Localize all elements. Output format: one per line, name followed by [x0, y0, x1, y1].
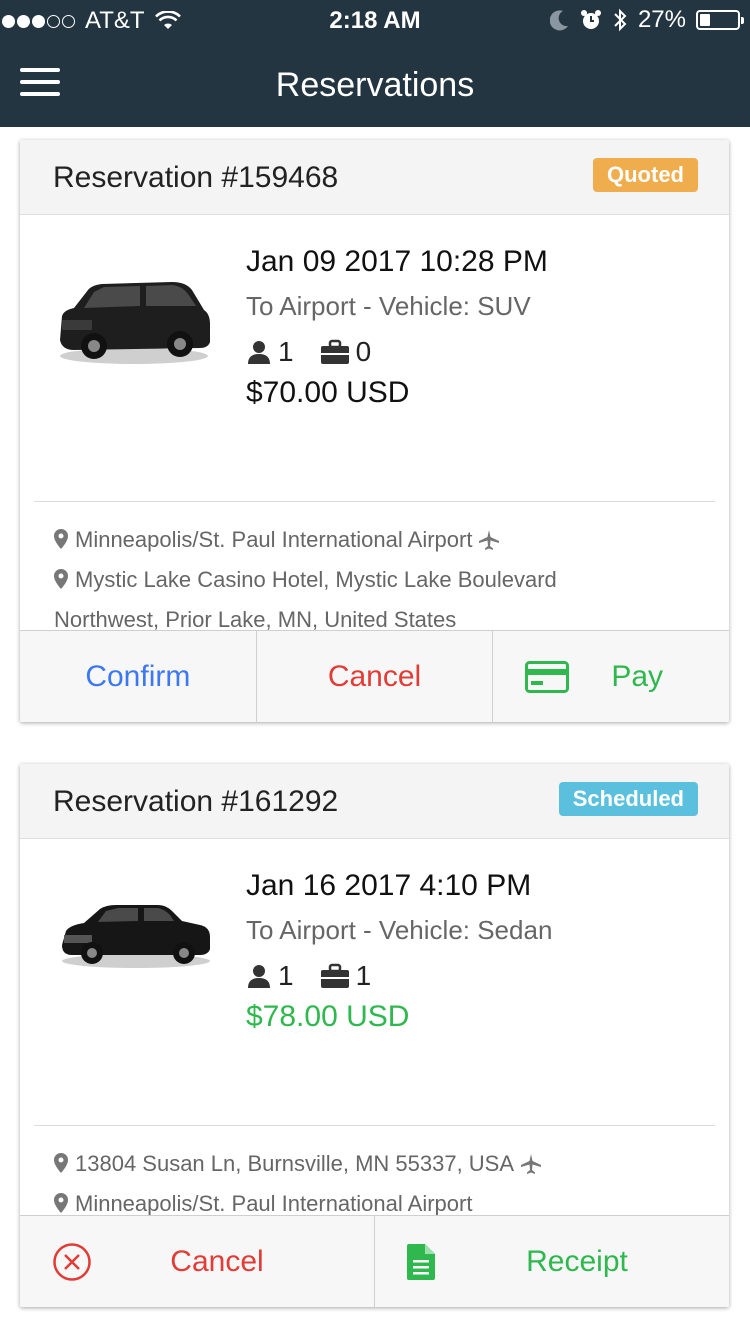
trip-type: To Airport - Vehicle: SUV	[246, 291, 531, 321]
status-bar: AT&T 2:18 AM 27%	[0, 0, 750, 40]
sedan-image	[62, 905, 210, 968]
address-list: Minneapolis/St. Paul International Airpo…	[54, 520, 674, 640]
passenger-count: 1	[278, 336, 294, 367]
cancel-circle-icon	[53, 1243, 91, 1281]
confirm-label: Confirm	[85, 659, 191, 693]
trip-datetime: Jan 16 2017 4:10 PM	[246, 869, 532, 902]
receipt-label: Receipt	[526, 1244, 628, 1278]
confirm-button[interactable]: Confirm	[20, 631, 257, 722]
status-badge: Scheduled	[558, 782, 698, 816]
divider	[34, 501, 715, 502]
receipt-icon	[407, 1244, 435, 1280]
trip-info: Jan 16 2017 4:10 PM To Airport - Vehicle…	[246, 869, 552, 1034]
pickup-address: 13804 Susan Ln, Burnsville, MN 55337, US…	[75, 1151, 515, 1176]
cancel-button[interactable]: Cancel	[20, 1216, 375, 1307]
status-badge: Quoted	[593, 158, 698, 192]
cancel-label: Cancel	[170, 1244, 264, 1278]
passenger-count: 1	[278, 960, 294, 991]
pin-icon	[54, 1193, 68, 1213]
pickup-address: Minneapolis/St. Paul International Airpo…	[75, 527, 473, 552]
luggage-count: 1	[355, 960, 372, 991]
battery-percent: 27%	[637, 6, 686, 33]
plane-icon	[521, 1154, 542, 1174]
trip-datetime: Jan 09 2017 10:28 PM	[246, 245, 548, 278]
bluetooth-icon	[614, 8, 627, 32]
plane-icon	[479, 530, 500, 550]
pin-icon	[54, 529, 68, 549]
suv-image	[60, 282, 210, 364]
cancel-label: Cancel	[327, 659, 422, 693]
trip-type: To Airport - Vehicle: Sedan	[246, 915, 553, 945]
address-list: 13804 Susan Ln, Burnsville, MN 55337, US…	[54, 1144, 674, 1224]
reservation-card: Reservation #159468 Quoted Jan 09 2017 1…	[20, 140, 729, 722]
receipt-button[interactable]: Receipt	[375, 1216, 729, 1307]
alarm-icon	[580, 10, 601, 29]
card-header: Reservation #159468 Quoted	[20, 140, 729, 215]
passenger-icon	[248, 965, 270, 988]
trip-price: $78.00 USD	[246, 1000, 410, 1033]
top-bar: AT&T 2:18 AM 27% Reservations	[0, 0, 750, 127]
dropoff-address: Mystic Lake Casino Hotel, Mystic Lake Bo…	[75, 567, 557, 592]
luggage-count: 0	[355, 336, 372, 367]
card-actions: Confirm Cancel Pay	[20, 630, 729, 722]
pin-icon	[54, 569, 68, 589]
credit-card-icon	[525, 661, 570, 693]
reservation-title: Reservation #159468	[53, 161, 339, 194]
pay-button[interactable]: Pay	[493, 631, 729, 722]
reservation-title: Reservation #161292	[53, 785, 339, 818]
page-title: Reservations	[275, 66, 475, 104]
pay-label: Pay	[611, 659, 664, 693]
card-header: Reservation #161292 Scheduled	[20, 764, 729, 839]
card-actions: Cancel Receipt	[20, 1215, 729, 1307]
luggage-icon	[320, 963, 349, 988]
moon-icon	[549, 10, 568, 31]
battery-icon	[696, 10, 744, 30]
passenger-icon	[248, 341, 270, 364]
trip-price: $70.00 USD	[246, 376, 410, 409]
trip-info: Jan 09 2017 10:28 PM To Airport - Vehicl…	[246, 245, 548, 410]
luggage-icon	[320, 339, 349, 364]
reservation-card: Reservation #161292 Scheduled Jan 16 201…	[20, 764, 729, 1307]
nav-bar: Reservations	[0, 40, 750, 127]
pin-icon	[54, 1153, 68, 1173]
divider	[34, 1125, 715, 1126]
cancel-button[interactable]: Cancel	[256, 631, 494, 722]
